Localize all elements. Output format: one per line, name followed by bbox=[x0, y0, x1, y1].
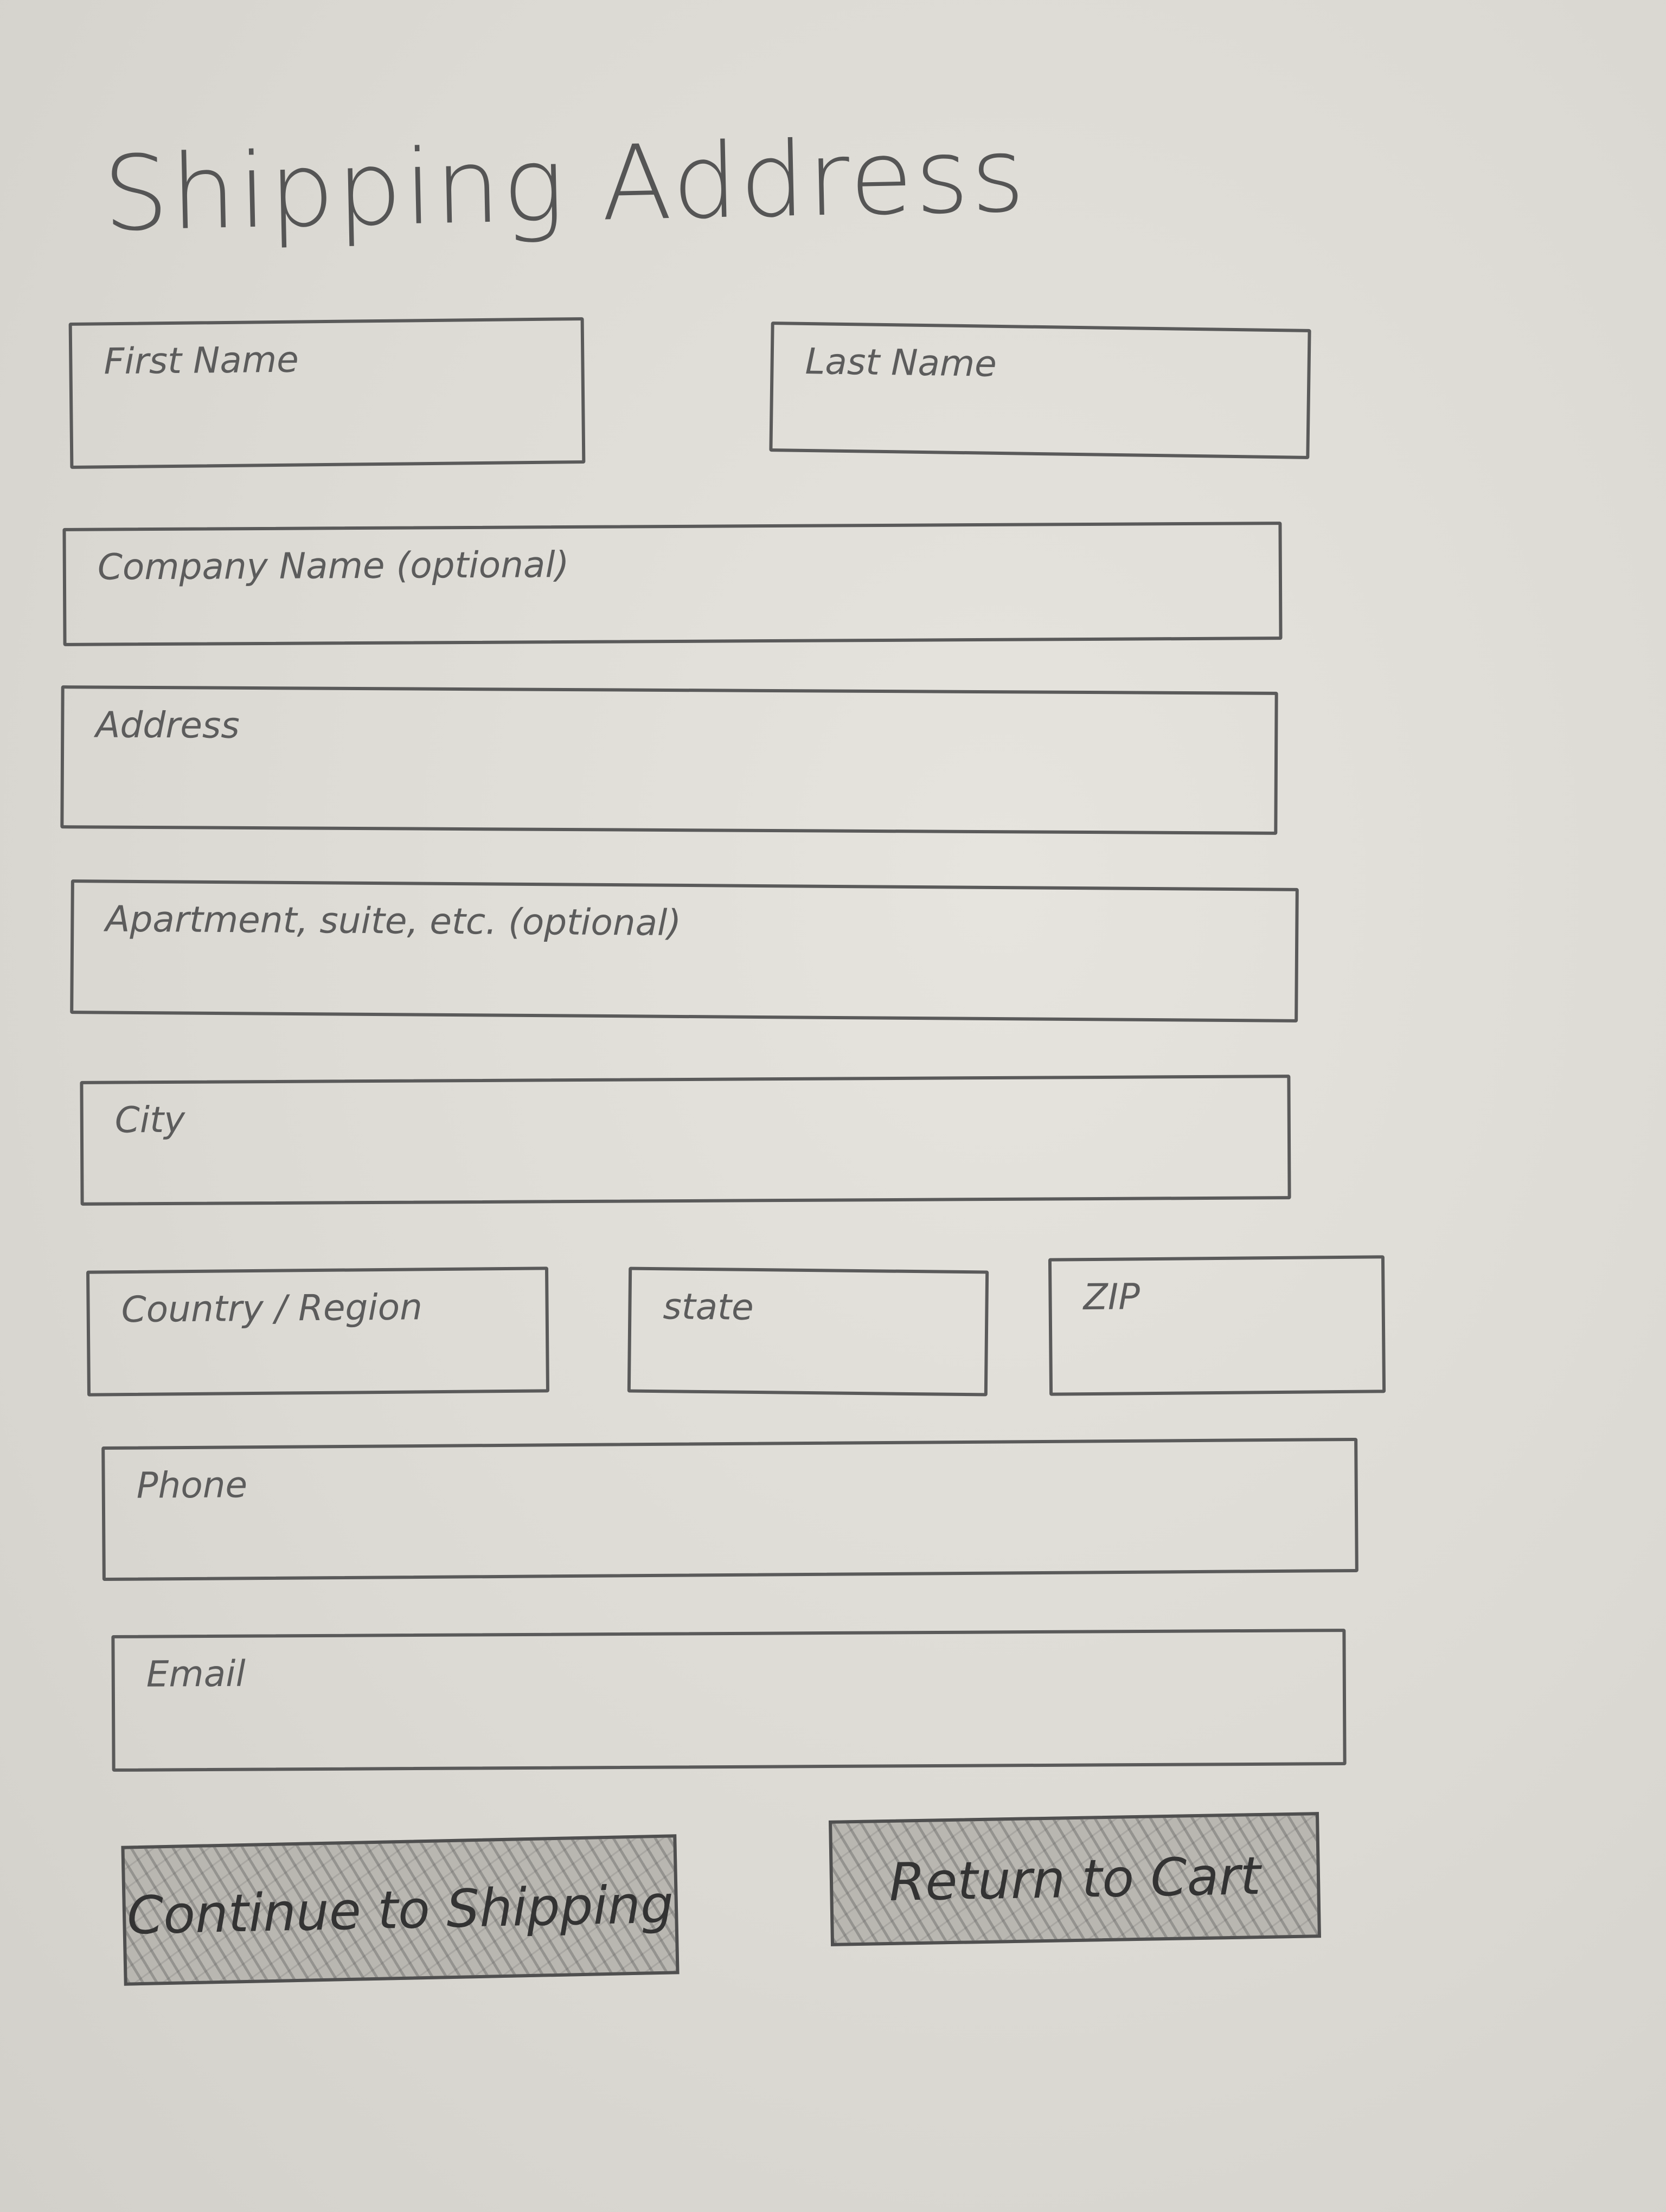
country-region-label: Country / Region bbox=[121, 1286, 423, 1331]
email-label: Email bbox=[146, 1652, 246, 1695]
email-field[interactable]: Email bbox=[111, 1629, 1347, 1772]
company-name-label: Company Name (optional) bbox=[97, 543, 569, 588]
sketch-sheet: Shipping Address First Name Last Name Co… bbox=[0, 0, 1666, 2212]
company-name-field[interactable]: Company Name (optional) bbox=[62, 522, 1283, 646]
country-region-field[interactable]: Country / Region bbox=[86, 1266, 549, 1397]
apartment-label: Apartment, suite, etc. (optional) bbox=[105, 898, 682, 944]
phone-field[interactable]: Phone bbox=[101, 1437, 1359, 1581]
apartment-field[interactable]: Apartment, suite, etc. (optional) bbox=[70, 879, 1299, 1023]
return-to-cart-button[interactable]: Return to Cart bbox=[829, 1812, 1321, 1946]
city-field[interactable]: City bbox=[80, 1075, 1291, 1206]
zip-field[interactable]: ZIP bbox=[1048, 1255, 1386, 1396]
city-label: City bbox=[114, 1098, 185, 1141]
state-field[interactable]: state bbox=[627, 1266, 989, 1397]
address-label: Address bbox=[95, 704, 240, 747]
page-title: Shipping Address bbox=[101, 115, 1028, 254]
continue-to-shipping-button[interactable]: Continue to Shipping bbox=[121, 1834, 680, 1986]
zip-label: ZIP bbox=[1083, 1276, 1140, 1319]
address-field[interactable]: Address bbox=[60, 685, 1278, 835]
first-name-field[interactable]: First Name bbox=[68, 317, 586, 469]
last-name-label: Last Name bbox=[805, 340, 997, 385]
first-name-label: First Name bbox=[103, 338, 299, 383]
last-name-field[interactable]: Last Name bbox=[769, 321, 1311, 459]
phone-label: Phone bbox=[136, 1464, 248, 1507]
continue-to-shipping-label: Continue to Shipping bbox=[126, 1874, 674, 1946]
return-to-cart-label: Return to Cart bbox=[888, 1846, 1261, 1913]
state-label: state bbox=[663, 1285, 754, 1328]
